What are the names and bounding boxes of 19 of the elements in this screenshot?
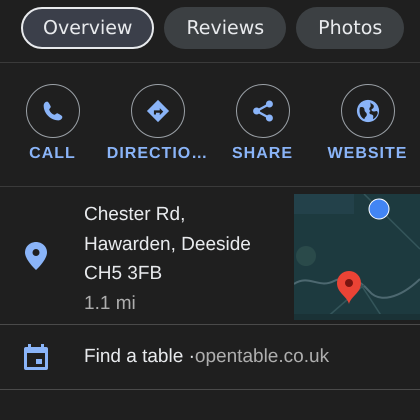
call-button[interactable] — [26, 84, 80, 138]
address-line: CH5 3FB — [84, 262, 164, 286]
tab[interactable]: Photos — [296, 7, 404, 49]
booking-text: Find a table · — [84, 346, 195, 368]
address-line: Hawarden, Deeside — [84, 232, 252, 256]
address-line: Chester Rd, — [84, 203, 186, 227]
share-button[interactable] — [236, 84, 290, 138]
booking-link[interactable]: opentable.co.uk — [194, 346, 330, 368]
tab[interactable]: Overview — [21, 7, 154, 49]
distance-text: 1.1 mi — [84, 292, 137, 316]
action-label: DIRECTIO… — [106, 145, 208, 163]
tab[interactable]: Reviews — [164, 7, 286, 49]
action-label: WEBSITE — [328, 145, 408, 163]
website-button[interactable] — [340, 84, 394, 138]
calendar-icon — [24, 344, 48, 370]
location-pin-icon — [25, 242, 47, 270]
action-label: CALL — [29, 145, 76, 163]
directions-button[interactable] — [130, 84, 184, 138]
action-label: SHARE — [232, 145, 293, 163]
